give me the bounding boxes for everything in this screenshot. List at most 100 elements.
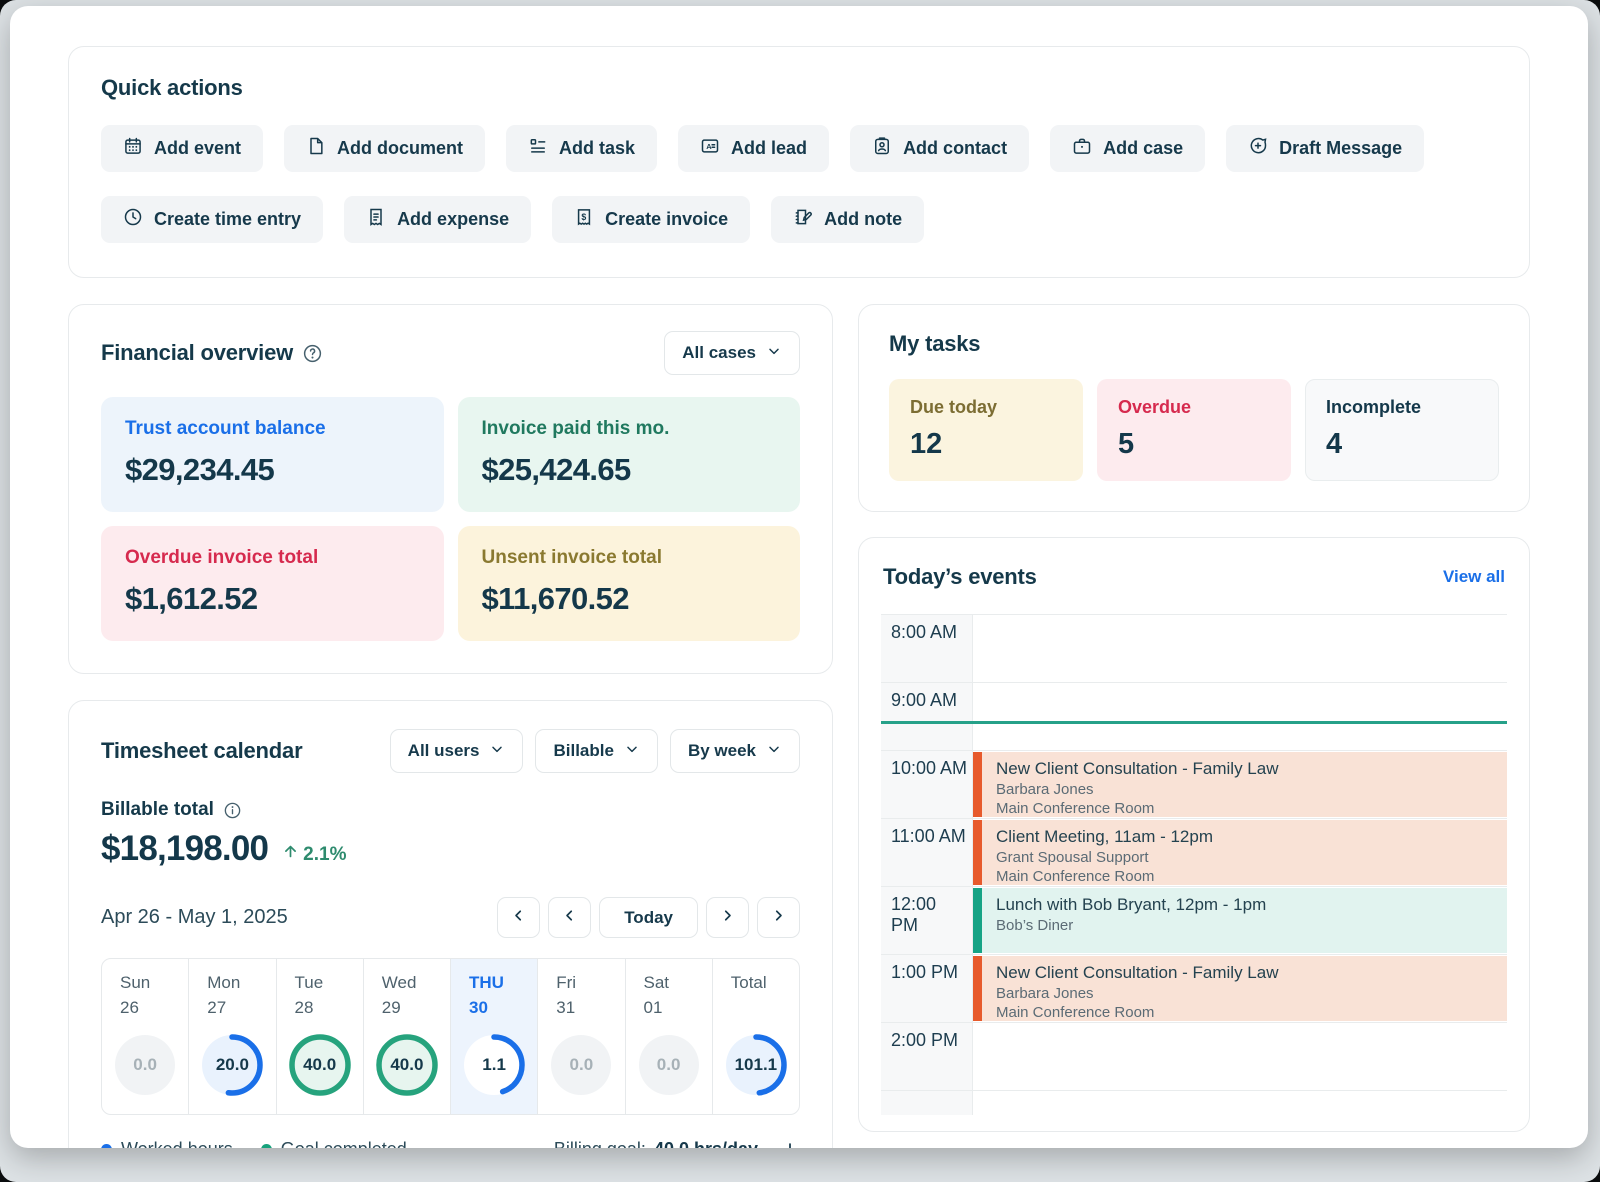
button-label: Create time entry (154, 209, 301, 230)
event-item[interactable]: New Client Consultation - Family Law Bar… (973, 956, 1507, 1021)
overdue-card[interactable]: Overdue 5 (1097, 379, 1291, 481)
daycell-sat[interactable]: Sat 01 0.0 (626, 959, 713, 1114)
today-button[interactable]: Today (599, 897, 698, 938)
event-attendee: Grant Spousal Support (996, 849, 1493, 866)
chevron-down-icon (489, 741, 505, 762)
dropdown-label: Billable (553, 741, 613, 761)
add-document-button[interactable]: Add document (284, 125, 485, 172)
event-item[interactable]: Client Meeting, 11am - 12pm Grant Spousa… (973, 820, 1507, 885)
chevron-left-icon (510, 907, 527, 929)
billable-change: 2.1% (282, 843, 346, 866)
task-label: Overdue (1118, 397, 1270, 418)
hours-ring: 0.0 (548, 1032, 614, 1098)
financial-overview-title: Financial overview (101, 340, 293, 366)
billable-dropdown[interactable]: Billable (535, 729, 657, 773)
expense-icon (366, 207, 386, 232)
empty-slot[interactable] (973, 1023, 1507, 1090)
stat-label: Unsent invoice total (482, 547, 777, 569)
event-attendee: Barbara Jones (996, 985, 1493, 1002)
legend-worked-hours: Worked hours (101, 1139, 233, 1148)
document-icon (306, 136, 326, 161)
change-value: 2.1% (303, 844, 346, 866)
legend: Worked hours Goal completed (101, 1139, 407, 1148)
event-row-partial (881, 1091, 1507, 1115)
button-label: Add expense (397, 209, 509, 230)
all-cases-dropdown[interactable]: All cases (664, 331, 800, 375)
draft-message-icon (1248, 136, 1268, 161)
todays-events-title: Today’s events (883, 564, 1037, 590)
event-item[interactable]: New Client Consultation - Family Law Bar… (973, 752, 1507, 817)
hours-ring: 20.0 (199, 1032, 265, 1098)
billing-goal-value: 40.0 hrs/day (654, 1139, 758, 1148)
prev-fast-button[interactable] (497, 897, 540, 938)
hours-ring: 1.1 (461, 1032, 527, 1098)
button-label: Add event (154, 138, 241, 159)
lead-icon: A (700, 136, 720, 161)
prev-button[interactable] (548, 897, 591, 938)
daycell-wed[interactable]: Wed 29 40.0 (364, 959, 451, 1114)
add-expense-button[interactable]: Add expense (344, 196, 531, 243)
daycell-tue[interactable]: Tue 28 40.0 (277, 959, 364, 1114)
due-today-card[interactable]: Due today 12 (889, 379, 1083, 481)
time-label: 2:00 PM (881, 1023, 973, 1090)
time-label (881, 1091, 973, 1115)
stat-label: Trust account balance (125, 418, 420, 440)
events-grid: 8:00 AM 9:00 AM 10:00 AM (881, 614, 1507, 1115)
event-color-bar (973, 888, 982, 953)
empty-slot[interactable] (973, 615, 1507, 682)
clock-icon (123, 207, 143, 232)
invoice-icon: $ (574, 207, 594, 232)
next-fast-button[interactable] (757, 897, 800, 938)
button-label: Create invoice (605, 209, 728, 230)
app-window: Quick actions Add event Add document Add… (10, 6, 1588, 1148)
all-users-dropdown[interactable]: All users (390, 729, 524, 773)
briefcase-icon (1072, 136, 1092, 161)
event-location: Bob’s Diner (996, 917, 1493, 934)
legend-goal-completed: Goal completed (261, 1139, 407, 1148)
chevron-down-icon (766, 741, 782, 762)
quick-actions-title: Quick actions (101, 75, 1497, 101)
event-location: Main Conference Room (996, 1004, 1493, 1021)
add-contact-button[interactable]: Add contact (850, 125, 1029, 172)
help-icon[interactable] (302, 343, 323, 364)
event-item[interactable]: Lunch with Bob Bryant, 12pm - 1pm Bob’s … (973, 888, 1507, 953)
hours-ring: 0.0 (112, 1032, 178, 1098)
event-row-1pm: 1:00 PM New Client Consultation - Family… (881, 955, 1507, 1023)
daycell-sun[interactable]: Sun 26 0.0 (102, 959, 189, 1114)
goal-completed-dot (261, 1144, 272, 1148)
empty-slot[interactable] (973, 683, 1507, 750)
billing-goal: Billing goal: 40.0 hrs/day (554, 1139, 800, 1148)
daycell-mon[interactable]: Mon 27 20.0 (189, 959, 276, 1114)
draft-message-button[interactable]: Draft Message (1226, 125, 1424, 172)
add-case-button[interactable]: Add case (1050, 125, 1205, 172)
note-icon (793, 207, 813, 232)
add-event-button[interactable]: Add event (101, 125, 263, 172)
overdue-invoice-card: Overdue invoice total $1,612.52 (101, 526, 444, 641)
dropdown-label: By week (688, 741, 756, 761)
view-all-link[interactable]: View all (1443, 567, 1505, 587)
event-location: Main Conference Room (996, 868, 1493, 885)
trust-account-balance-card: Trust account balance $29,234.45 (101, 397, 444, 512)
add-note-button[interactable]: Add note (771, 196, 924, 243)
info-icon[interactable] (223, 801, 242, 820)
event-row-10am: 10:00 AM New Client Consultation - Famil… (881, 751, 1507, 819)
quick-actions-row-2: Create time entry Add expense $ Create i… (101, 196, 1497, 243)
next-button[interactable] (706, 897, 749, 938)
daycell-fri[interactable]: Fri 31 0.0 (538, 959, 625, 1114)
button-label: Add document (337, 138, 463, 159)
incomplete-card[interactable]: Incomplete 4 (1305, 379, 1499, 481)
stat-value: $29,234.45 (125, 452, 420, 488)
create-invoice-button[interactable]: $ Create invoice (552, 196, 750, 243)
time-label: 9:00 AM (881, 683, 973, 750)
financial-overview-panel: Financial overview All cases Trust accou… (68, 304, 833, 674)
task-count: 5 (1118, 428, 1270, 461)
button-label: Draft Message (1279, 138, 1402, 159)
plus-icon[interactable] (780, 1140, 800, 1149)
daycell-thu-today[interactable]: THU 30 1.1 (451, 959, 538, 1114)
create-time-entry-button[interactable]: Create time entry (101, 196, 323, 243)
by-week-dropdown[interactable]: By week (670, 729, 800, 773)
add-task-button[interactable]: Add task (506, 125, 657, 172)
event-row-2pm: 2:00 PM (881, 1023, 1507, 1091)
add-lead-button[interactable]: A Add lead (678, 125, 829, 172)
chevron-down-icon (624, 741, 640, 762)
